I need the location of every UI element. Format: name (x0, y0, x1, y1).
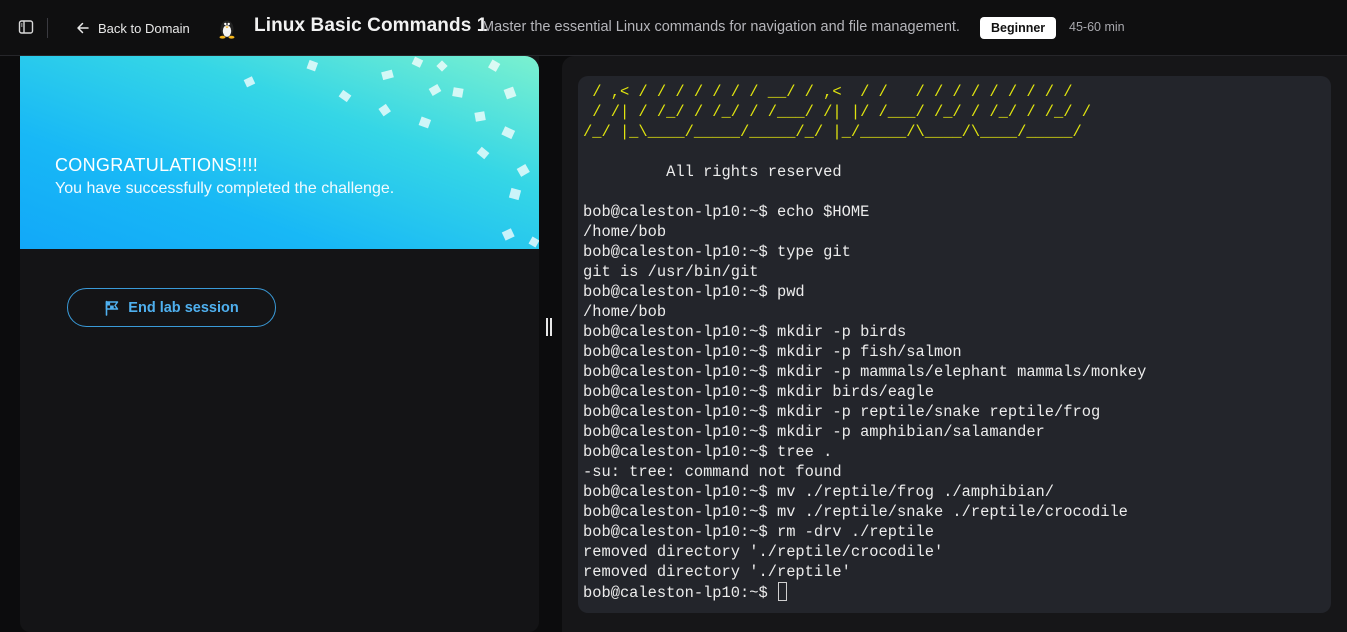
duration-label: 45-60 min (1069, 20, 1125, 34)
course-description: Master the essential Linux commands for … (482, 19, 960, 35)
level-badge: Beginner (980, 17, 1057, 39)
terminal-line: bob@caleston-lp10:~$ type git (583, 243, 851, 261)
congratulations-title: CONGRATULATIONS!!!! (55, 155, 259, 175)
terminal-line: All rights reserved (583, 163, 842, 181)
terminal-prompt-line[interactable]: bob@caleston-lp10:~$ (583, 582, 1326, 602)
terminal-line: bob@caleston-lp10:~$ mkdir -p birds (583, 323, 907, 341)
confetti-decoration (243, 56, 539, 248)
terminal-line: bob@caleston-lp10:~$ pwd (583, 283, 805, 301)
terminal-line: bob@caleston-lp10:~$ mkdir -p fish/salmo… (583, 343, 962, 361)
terminal-line: bob@caleston-lp10:~$ mkdir -p mammals/el… (583, 363, 1147, 381)
terminal[interactable]: / ,< / / / / / / / __/ / ,< / / / / / / … (578, 76, 1331, 613)
terminal-line: bob@caleston-lp10:~$ mkdir -p reptile/sn… (583, 403, 1101, 421)
header-divider (47, 18, 48, 38)
top-header: Back to Domain Linux Basic Commands 1 Ma… (0, 0, 1347, 56)
terminal-line: bob@caleston-lp10:~$ mkdir -p amphibian/… (583, 423, 1045, 441)
terminal-line: bob@caleston-lp10:~$ rm -drv ./reptile (583, 523, 934, 541)
sidebar-toggle-icon[interactable] (18, 19, 34, 35)
terminal-line: bob@caleston-lp10:~$ mkdir birds/eagle (583, 383, 934, 401)
terminal-line: removed directory './reptile' (583, 563, 851, 581)
terminal-line: removed directory './reptile/crocodile' (583, 543, 944, 561)
terminal-line: bob@caleston-lp10:~$ echo $HOME (583, 203, 870, 221)
flag-icon (105, 300, 119, 316)
end-lab-session-button[interactable]: End lab session (67, 288, 276, 327)
arrow-left-icon (77, 22, 89, 34)
course-title: Linux Basic Commands 1 (254, 15, 488, 36)
terminal-prompt: bob@caleston-lp10:~$ (583, 584, 777, 602)
terminal-line: /home/bob (583, 223, 667, 241)
right-panel: / ,< / / / / / / / __/ / ,< / / / / / / … (562, 56, 1347, 632)
terminal-line: -su: tree: command not found (583, 463, 842, 481)
terminal-cursor (777, 582, 787, 601)
terminal-output: / ,< / / / / / / / __/ / ,< / / / / / / … (583, 82, 1326, 602)
tux-penguin-icon (219, 20, 235, 39)
terminal-line: bob@caleston-lp10:~$ mv ./reptile/frog .… (583, 483, 1055, 501)
terminal-line: bob@caleston-lp10:~$ mv ./reptile/snake … (583, 503, 1128, 521)
back-to-domain-link[interactable]: Back to Domain (76, 18, 190, 38)
terminal-ascii-line: / /| / /_/ / /_/ / /___/ /| |/ /___/ /_/… (583, 103, 1091, 121)
left-panel: CONGRATULATIONS!!!! You have successfull… (20, 56, 539, 632)
back-to-domain-label: Back to Domain (98, 20, 190, 36)
terminal-line: /home/bob (583, 303, 667, 321)
terminal-line: bob@caleston-lp10:~$ tree . (583, 443, 833, 461)
end-lab-session-label: End lab session (128, 299, 239, 316)
congratulations-subtitle: You have successfully completed the chal… (55, 180, 395, 197)
panel-resize-handle[interactable] (545, 318, 553, 336)
terminal-line: git is /usr/bin/git (583, 263, 759, 281)
terminal-ascii-line: /_/ |_\____/_____/_____/_/ |_/_____/\___… (583, 123, 1082, 141)
terminal-ascii-line: / ,< / / / / / / / __/ / ,< / / / / / / … (583, 83, 1073, 101)
congratulations-banner: CONGRATULATIONS!!!! You have successfull… (20, 56, 539, 249)
